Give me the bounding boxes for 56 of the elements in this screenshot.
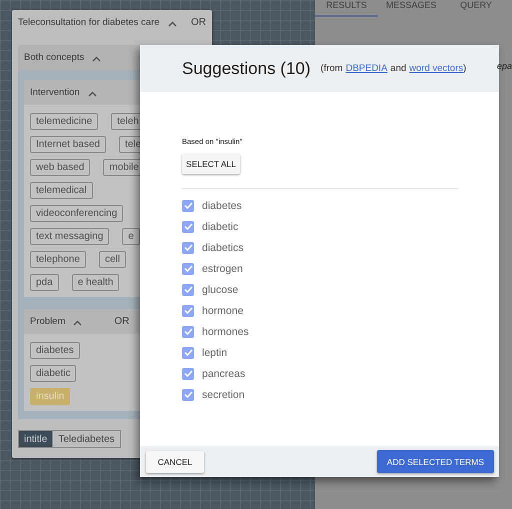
term-label: diabetes [202, 200, 242, 212]
term-label: hormones [202, 326, 249, 338]
term-label: leptin [202, 346, 228, 358]
checkbox[interactable] [182, 326, 194, 338]
concept-title: Intervention [30, 87, 80, 98]
source-link[interactable]: DBPEDIA [346, 63, 388, 74]
checkbox[interactable] [182, 368, 194, 380]
term-label: estrogen [202, 262, 243, 274]
source-text: and [390, 63, 406, 74]
card-title: Teleconsultation for diabetes care [18, 17, 160, 28]
field-toggle-button[interactable]: Telediabetes [52, 431, 120, 447]
checkbox[interactable] [182, 304, 194, 316]
checkbox[interactable] [182, 284, 194, 296]
operator-label[interactable]: OR [191, 17, 206, 28]
term-chip[interactable]: telephone [30, 251, 86, 268]
panel-tab[interactable]: RESULTS [315, 0, 378, 17]
term-label: pancreas [202, 368, 246, 380]
checkbox[interactable] [182, 262, 194, 274]
term-label: secretion [202, 388, 245, 400]
term-label: glucose [202, 284, 238, 296]
group-title: Both concepts [24, 52, 84, 63]
source-text: (from [320, 63, 343, 74]
add-terms-button[interactable]: ADD SELECTED TERMS [377, 450, 494, 473]
term-chip[interactable]: Internet based [30, 136, 106, 153]
checkbox[interactable] [182, 220, 194, 232]
cancel-button[interactable]: CANCEL [146, 450, 204, 472]
select-all-button[interactable]: SELECT ALL [182, 154, 240, 174]
caret-up-icon[interactable] [168, 20, 177, 26]
operator-label[interactable]: OR [114, 316, 130, 327]
term-chip[interactable]: telemedicine [30, 113, 98, 130]
term-chip[interactable]: telemedical [30, 182, 93, 199]
checkbox[interactable] [182, 388, 194, 400]
term-chip[interactable]: diabetes [30, 342, 80, 359]
panel-tab[interactable]: MESSAGES [378, 0, 445, 17]
source-text: ) [463, 63, 466, 74]
field-toggle-button[interactable]: intitle [19, 431, 52, 447]
term-chip[interactable]: e health [72, 274, 120, 291]
term-chip[interactable]: videoconferencing [30, 205, 124, 222]
term-chip[interactable]: web based [30, 159, 90, 176]
checkbox[interactable] [182, 346, 194, 358]
checkbox[interactable] [182, 200, 194, 212]
term-chip[interactable]: pda [30, 274, 59, 291]
term-chip[interactable]: cell [98, 251, 126, 268]
checkbox[interactable] [182, 242, 194, 254]
term-label: hormone [202, 304, 244, 316]
term-chip[interactable]: text messaging [30, 228, 110, 245]
source-link[interactable]: word vectors [409, 63, 464, 74]
caret-up-icon[interactable] [88, 90, 97, 96]
term-label: diabetic [202, 220, 238, 232]
concept-title: Problem [30, 316, 66, 327]
dialog-title: Suggestions (10) [182, 58, 311, 78]
term-label: diabetics [202, 242, 244, 254]
caret-up-icon[interactable] [92, 56, 102, 62]
panel-tab[interactable]: QUERY [444, 0, 508, 17]
caret-up-icon[interactable] [73, 320, 82, 326]
term-chip[interactable]: diabetic [30, 365, 76, 382]
